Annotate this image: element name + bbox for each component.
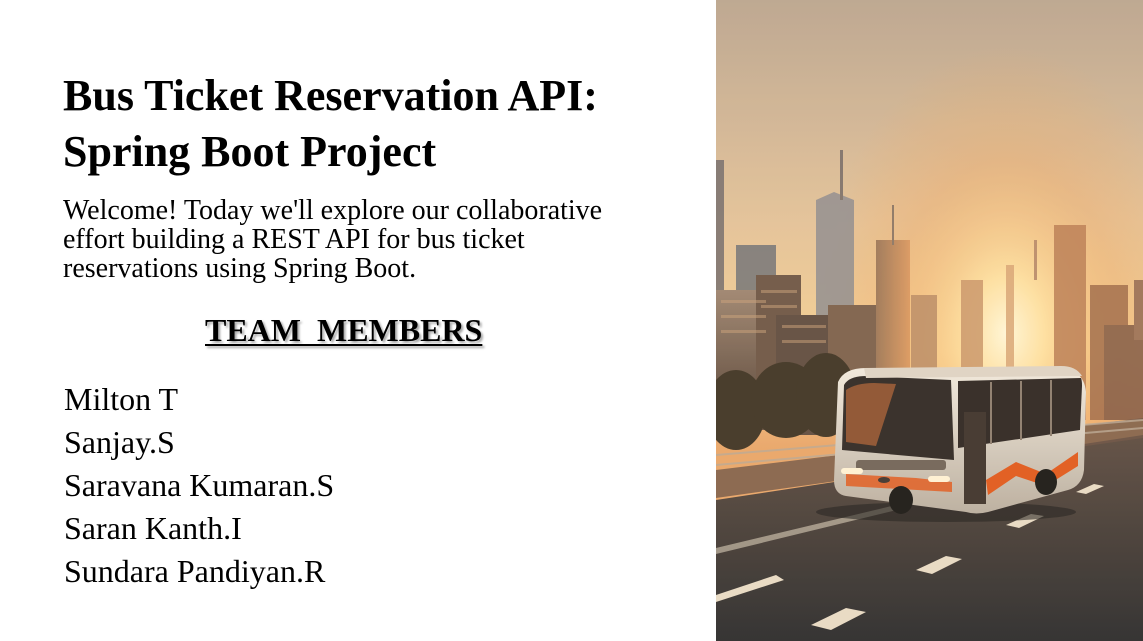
team-member: Sanjay.S	[64, 424, 175, 460]
team-member: Saravana Kumaran.S	[64, 467, 335, 503]
team-members-heading: TEAM MEMBERS	[205, 312, 483, 348]
slide: Bus Ticket Reservation API: Spring Boot …	[0, 0, 1143, 641]
city-bus-illustration	[716, 0, 1143, 641]
content-panel: Bus Ticket Reservation API: Spring Boot …	[0, 0, 716, 641]
slide-title: Bus Ticket Reservation API: Spring Boot …	[63, 71, 598, 176]
team-member: Sundara Pandiyan.R	[64, 553, 326, 589]
team-members-list: Milton T Sanjay.S Saravana Kumaran.S Sar…	[64, 378, 334, 593]
slide-subtitle: Welcome! Today we'll explore our collabo…	[63, 195, 603, 284]
team-member: Milton T	[64, 381, 179, 417]
team-member: Saran Kanth.I	[64, 510, 242, 546]
city-bus-image	[716, 0, 1143, 641]
